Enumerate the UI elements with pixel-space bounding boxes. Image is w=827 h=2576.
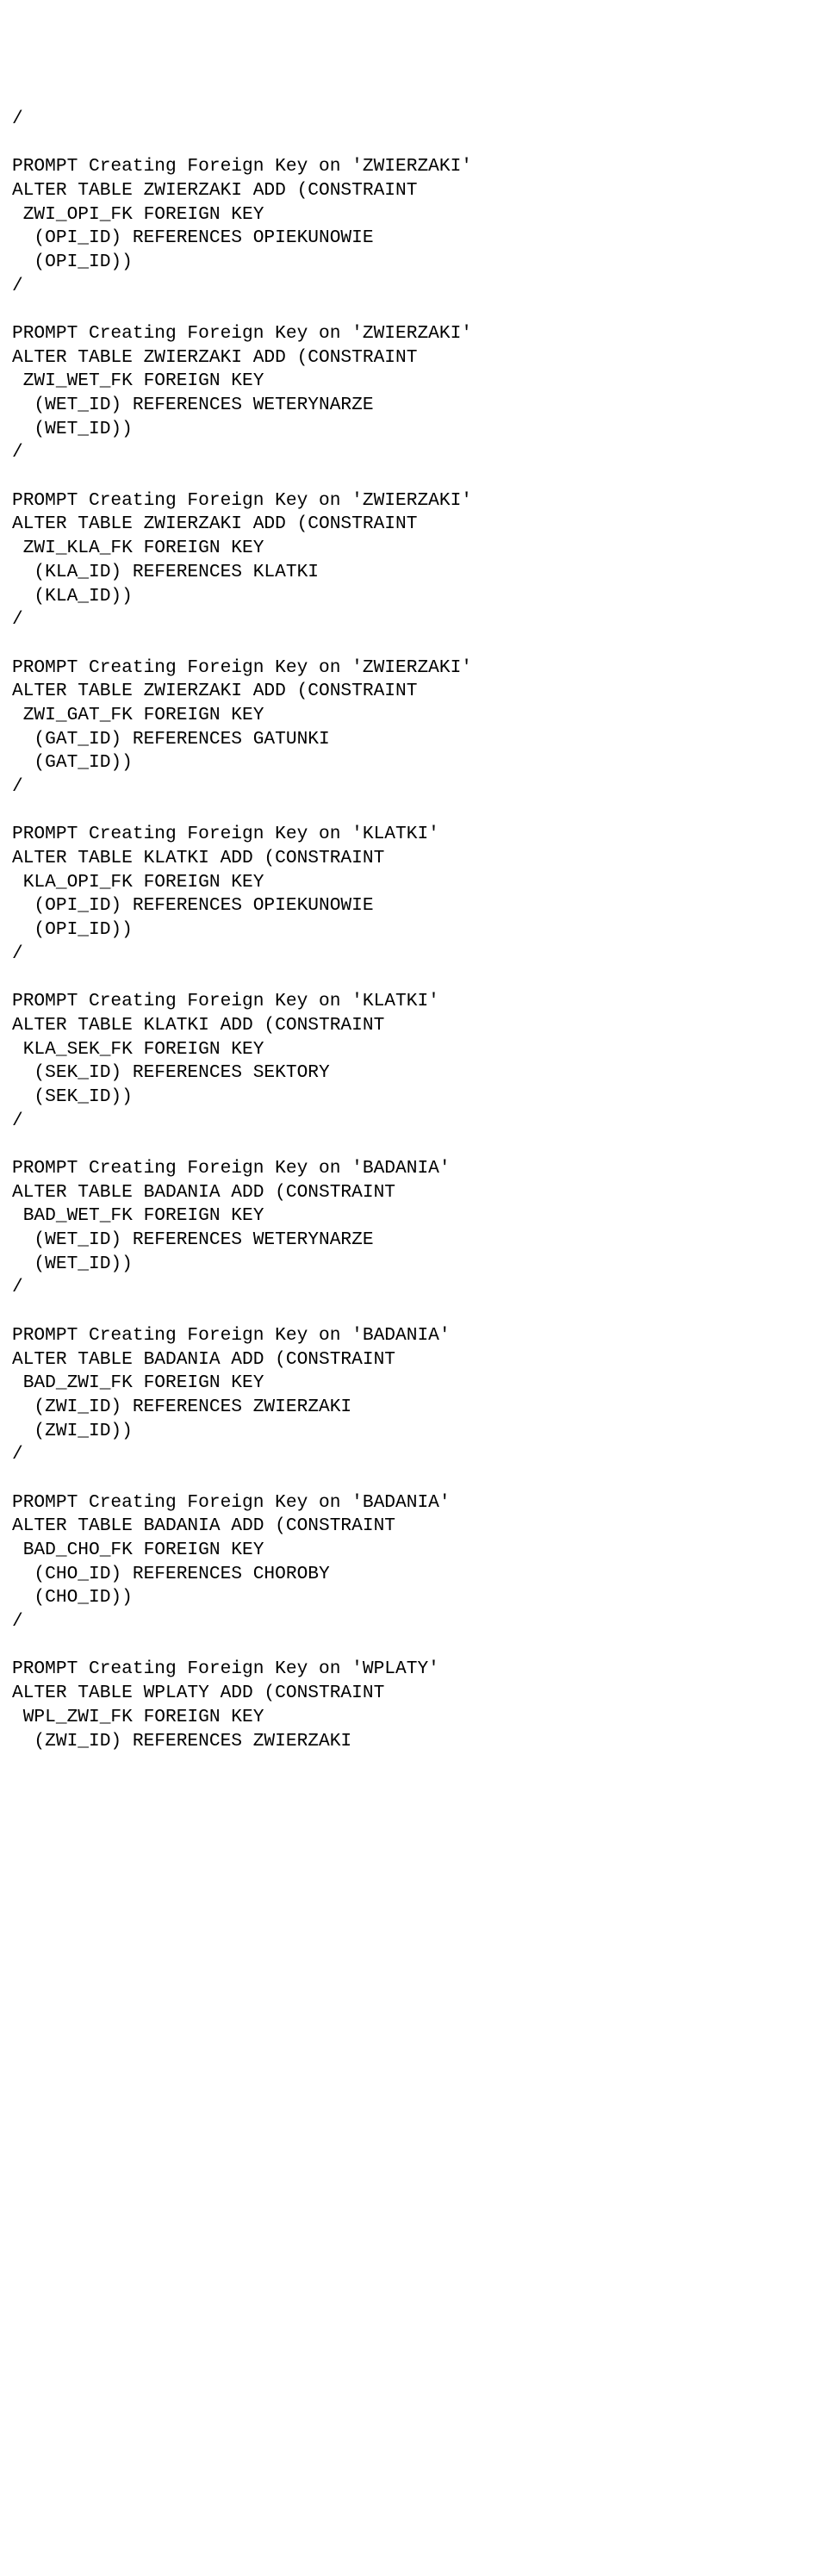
code-line: PROMPT Creating Foreign Key on 'ZWIERZAK… <box>12 489 827 513</box>
code-line: ZWI_WET_FK FOREIGN KEY <box>12 370 827 394</box>
code-line: ALTER TABLE KLATKI ADD (CONSTRAINT <box>12 1014 827 1038</box>
code-line: (OPI_ID)) <box>12 251 827 275</box>
code-line: (OPI_ID) REFERENCES OPIEKUNOWIE <box>12 894 827 918</box>
code-line: / <box>12 943 827 967</box>
code-line: (ZWI_ID) REFERENCES ZWIERZAKI <box>12 1730 827 1754</box>
code-line <box>12 1133 827 1157</box>
code-line: PROMPT Creating Foreign Key on 'ZWIERZAK… <box>12 656 827 681</box>
code-line: ALTER TABLE ZWIERZAKI ADD (CONSTRAINT <box>12 179 827 203</box>
code-line: (KLA_ID) REFERENCES KLATKI <box>12 561 827 585</box>
code-line: ALTER TABLE ZWIERZAKI ADD (CONSTRAINT <box>12 513 827 537</box>
code-line: / <box>12 1276 827 1300</box>
code-line: PROMPT Creating Foreign Key on 'WPLATY' <box>12 1658 827 1682</box>
code-line: (WET_ID) REFERENCES WETERYNARZE <box>12 1229 827 1253</box>
code-line: / <box>12 1610 827 1634</box>
code-line: (CHO_ID)) <box>12 1586 827 1610</box>
code-line: (OPI_ID)) <box>12 918 827 943</box>
code-line: / <box>12 108 827 132</box>
code-line: PROMPT Creating Foreign Key on 'BADANIA' <box>12 1157 827 1181</box>
code-line <box>12 298 827 322</box>
code-line: ALTER TABLE BADANIA ADD (CONSTRAINT <box>12 1348 827 1372</box>
code-line: (GAT_ID)) <box>12 751 827 775</box>
code-line: (ZWI_ID) REFERENCES ZWIERZAKI <box>12 1396 827 1420</box>
code-line: ALTER TABLE ZWIERZAKI ADD (CONSTRAINT <box>12 680 827 704</box>
code-line: (ZWI_ID)) <box>12 1420 827 1444</box>
code-line: ALTER TABLE BADANIA ADD (CONSTRAINT <box>12 1181 827 1205</box>
code-line: PROMPT Creating Foreign Key on 'ZWIERZAK… <box>12 322 827 346</box>
code-line <box>12 800 827 824</box>
code-line: (GAT_ID) REFERENCES GATUNKI <box>12 728 827 752</box>
code-line: (SEK_ID)) <box>12 1086 827 1110</box>
code-line: ZWI_KLA_FK FOREIGN KEY <box>12 537 827 561</box>
code-line: ALTER TABLE ZWIERZAKI ADD (CONSTRAINT <box>12 346 827 370</box>
code-line: BAD_ZWI_FK FOREIGN KEY <box>12 1372 827 1396</box>
code-line: / <box>12 608 827 632</box>
code-line: BAD_WET_FK FOREIGN KEY <box>12 1204 827 1229</box>
code-line: (WET_ID) REFERENCES WETERYNARZE <box>12 394 827 418</box>
code-line <box>12 131 827 155</box>
code-line: (WET_ID)) <box>12 1253 827 1277</box>
code-line: (WET_ID)) <box>12 418 827 442</box>
code-line: KLA_SEK_FK FOREIGN KEY <box>12 1038 827 1062</box>
code-line: KLA_OPI_FK FOREIGN KEY <box>12 871 827 895</box>
code-line <box>12 1634 827 1658</box>
code-line: (CHO_ID) REFERENCES CHOROBY <box>12 1563 827 1587</box>
code-line: / <box>12 775 827 800</box>
code-line <box>12 967 827 991</box>
code-line: ALTER TABLE BADANIA ADD (CONSTRAINT <box>12 1515 827 1539</box>
code-line: ALTER TABLE WPLATY ADD (CONSTRAINT <box>12 1682 827 1706</box>
code-line: PROMPT Creating Foreign Key on 'KLATKI' <box>12 823 827 847</box>
code-line <box>12 465 827 489</box>
code-line: ZWI_GAT_FK FOREIGN KEY <box>12 704 827 728</box>
code-line: BAD_CHO_FK FOREIGN KEY <box>12 1539 827 1563</box>
code-line: / <box>12 1110 827 1134</box>
code-line: PROMPT Creating Foreign Key on 'BADANIA' <box>12 1491 827 1515</box>
code-line <box>12 1300 827 1324</box>
code-line <box>12 1467 827 1491</box>
code-line: PROMPT Creating Foreign Key on 'ZWIERZAK… <box>12 155 827 179</box>
code-line: ZWI_OPI_FK FOREIGN KEY <box>12 203 827 227</box>
code-line: ALTER TABLE KLATKI ADD (CONSTRAINT <box>12 847 827 871</box>
sql-code-block: / PROMPT Creating Foreign Key on 'ZWIERZ… <box>12 108 827 1753</box>
code-line <box>12 632 827 656</box>
code-line: / <box>12 441 827 465</box>
code-line: (SEK_ID) REFERENCES SEKTORY <box>12 1061 827 1086</box>
code-line: (OPI_ID) REFERENCES OPIEKUNOWIE <box>12 227 827 251</box>
code-line: / <box>12 275 827 299</box>
code-line: PROMPT Creating Foreign Key on 'BADANIA' <box>12 1324 827 1348</box>
code-line: / <box>12 1443 827 1467</box>
code-line: PROMPT Creating Foreign Key on 'KLATKI' <box>12 990 827 1014</box>
code-line: (KLA_ID)) <box>12 585 827 609</box>
code-line: WPL_ZWI_FK FOREIGN KEY <box>12 1706 827 1730</box>
